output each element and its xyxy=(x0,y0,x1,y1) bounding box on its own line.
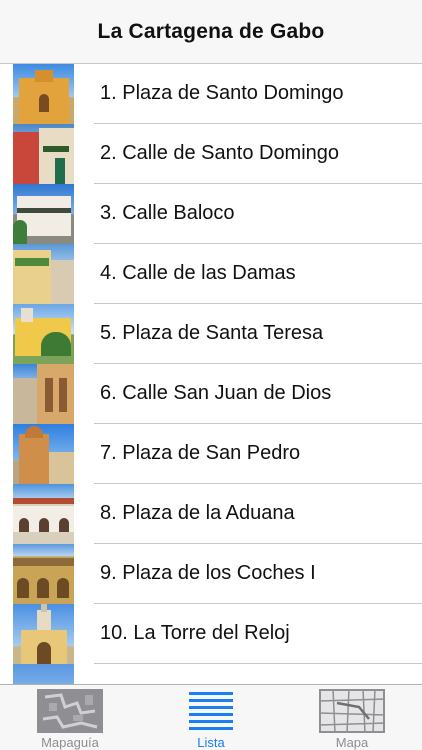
list-item[interactable]: 4. Calle de las Damas xyxy=(0,244,422,304)
tab-label: Lista xyxy=(197,735,225,750)
navigation-bar: La Cartagena de Gabo xyxy=(0,0,422,64)
thumbnail-image xyxy=(13,244,74,304)
guide-map-icon xyxy=(37,689,103,733)
thumbnail-image xyxy=(13,364,74,424)
map-icon xyxy=(319,689,385,733)
thumbnail-image xyxy=(13,304,74,364)
list-item[interactable]: 6. Calle San Juan de Dios xyxy=(0,364,422,424)
tab-bar: Mapaguía Lista Mapa xyxy=(0,684,422,750)
tab-mapa[interactable]: Mapa xyxy=(282,685,422,750)
thumbnail-image xyxy=(13,64,74,124)
list-item[interactable] xyxy=(0,664,422,684)
list-item[interactable]: 7. Plaza de San Pedro xyxy=(0,424,422,484)
thumbnail-image xyxy=(13,424,74,484)
list-item[interactable]: 1. Plaza de Santo Domingo xyxy=(0,64,422,124)
list-item[interactable]: 2. Calle de Santo Domingo xyxy=(0,124,422,184)
list-item[interactable]: 8. Plaza de la Aduana xyxy=(0,484,422,544)
tab-mapaguia[interactable]: Mapaguía xyxy=(0,685,140,750)
list-icon xyxy=(189,689,233,733)
app-screen: La Cartagena de Gabo 1. Plaza de Santo D… xyxy=(0,0,422,750)
list-item-label: 10. La Torre del Reloj xyxy=(100,622,290,644)
thumbnail-image xyxy=(13,484,74,544)
list-item-label: 6. Calle San Juan de Dios xyxy=(100,382,332,404)
list-item[interactable]: 9. Plaza de los Coches I xyxy=(0,544,422,604)
page-title: La Cartagena de Gabo xyxy=(97,19,325,43)
tab-lista[interactable]: Lista xyxy=(141,685,281,750)
thumbnail-image xyxy=(13,544,74,604)
list-item[interactable]: 5. Plaza de Santa Teresa xyxy=(0,304,422,364)
list-item-label: 5. Plaza de Santa Teresa xyxy=(100,322,324,344)
list-item-label: 2. Calle de Santo Domingo xyxy=(100,142,340,164)
list-item-label: 3. Calle Baloco xyxy=(100,202,235,224)
list-item-label: 8. Plaza de la Aduana xyxy=(100,502,295,524)
list-item-label: 4. Calle de las Damas xyxy=(100,262,296,284)
list-item[interactable]: 10. La Torre del Reloj xyxy=(0,604,422,664)
places-list[interactable]: 1. Plaza de Santo Domingo 2. Calle de Sa… xyxy=(0,64,422,684)
tab-label: Mapaguía xyxy=(41,735,99,750)
list-item[interactable]: 3. Calle Baloco xyxy=(0,184,422,244)
thumbnail-image xyxy=(13,124,74,184)
list-item-label: 1. Plaza de Santo Domingo xyxy=(100,82,344,104)
tab-label: Mapa xyxy=(335,735,369,750)
thumbnail-image xyxy=(13,184,74,244)
list-item-label: 9. Plaza de los Coches I xyxy=(100,562,316,584)
list-item-label: 7. Plaza de San Pedro xyxy=(100,442,301,464)
thumbnail-image xyxy=(13,604,74,664)
thumbnail-image xyxy=(13,664,74,684)
